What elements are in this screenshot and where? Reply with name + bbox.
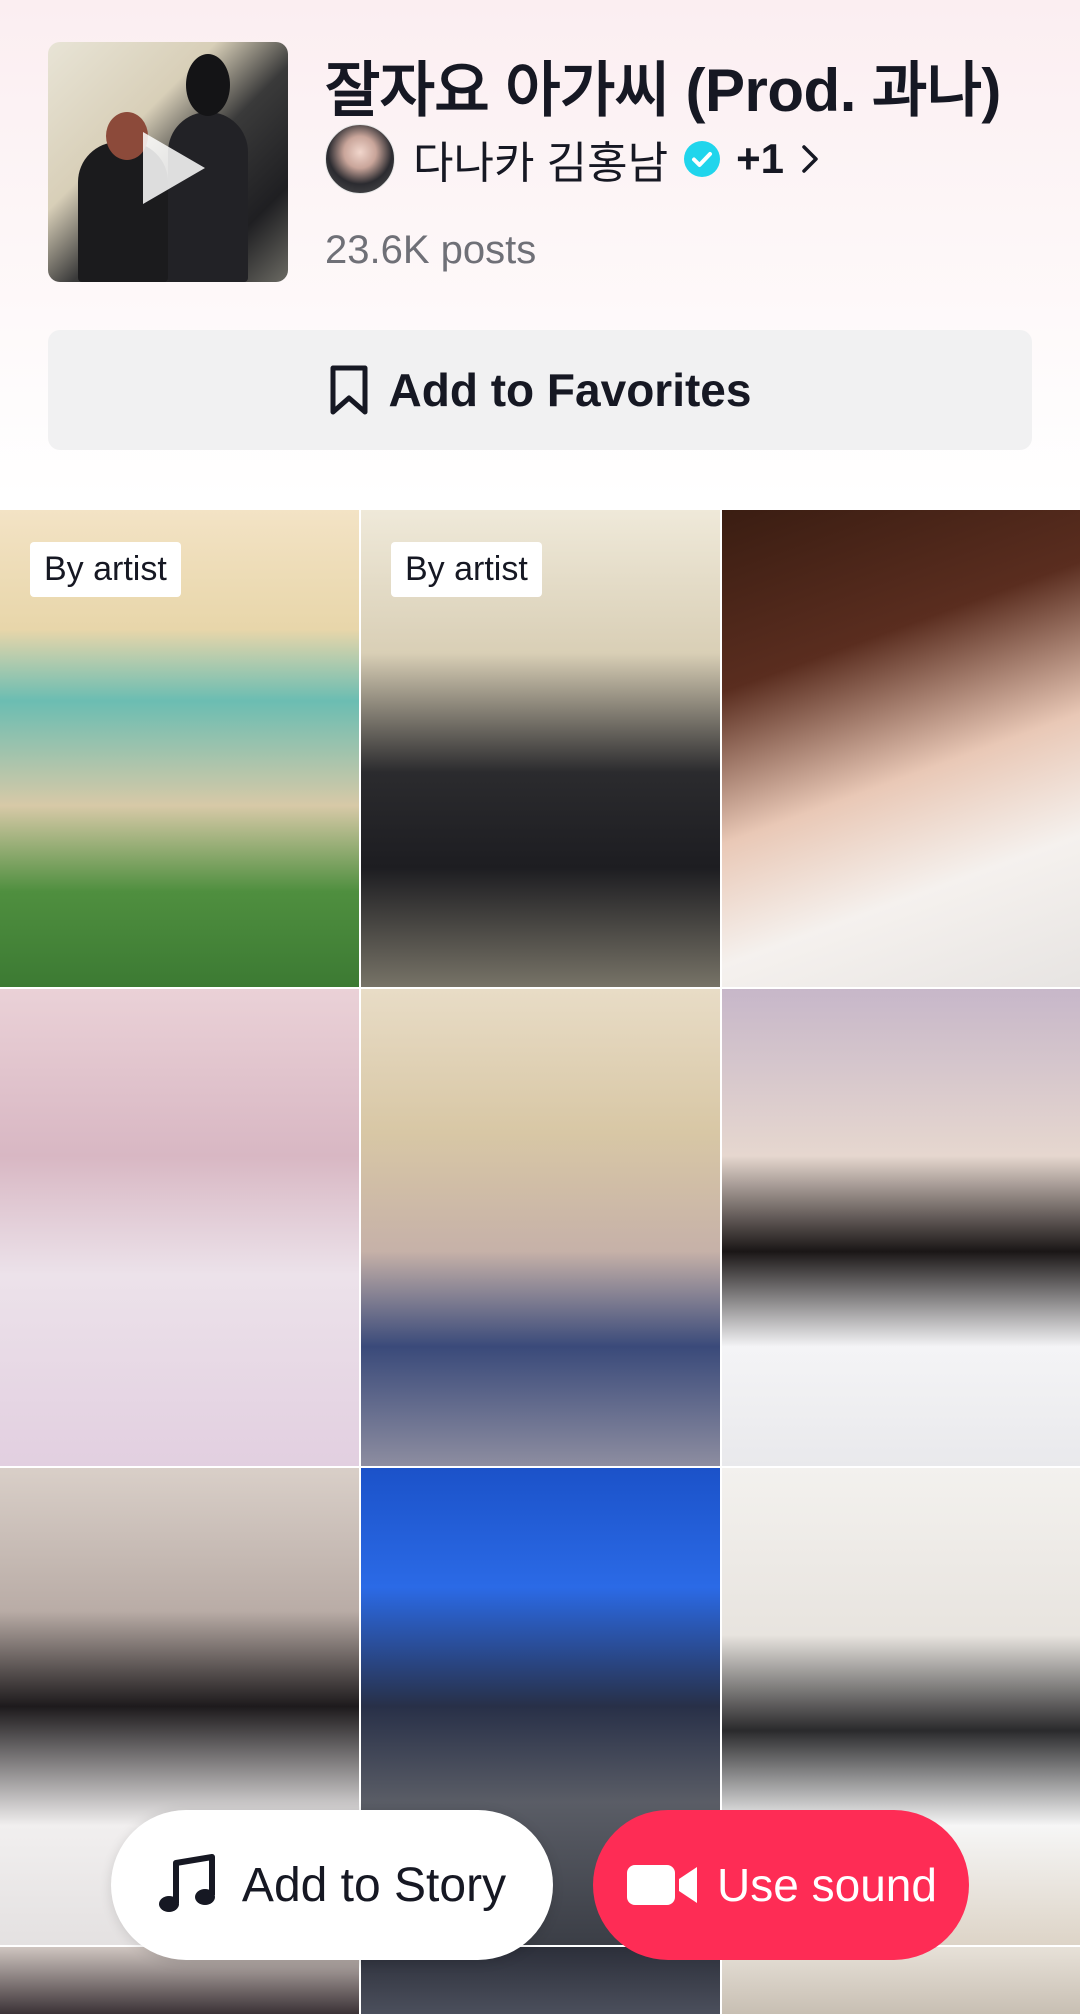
artist-row[interactable]: 다나카 김홍남 +1: [325, 124, 822, 194]
video-thumbnail[interactable]: By artist: [361, 510, 720, 987]
add-to-favorites-button[interactable]: Add to Favorites: [48, 330, 1032, 450]
artist-avatar[interactable]: [325, 124, 395, 194]
cover-figure: [186, 54, 230, 116]
sound-cover-thumbnail[interactable]: [48, 42, 288, 282]
video-thumbnail[interactable]: [0, 989, 359, 1466]
verified-check-icon: [684, 141, 721, 177]
video-thumbnail[interactable]: [722, 989, 1080, 1466]
use-sound-button[interactable]: Use sound: [593, 1810, 969, 1960]
video-grid: By artist By artist: [0, 510, 1080, 2014]
video-thumbnail[interactable]: [722, 510, 1080, 987]
bookmark-icon: [330, 365, 368, 415]
cover-figure: [106, 112, 148, 160]
artist-name[interactable]: 다나카 김홍남: [413, 127, 668, 191]
by-artist-badge: By artist: [391, 542, 542, 597]
music-note-icon: [158, 1854, 215, 1912]
chevron-right-icon[interactable]: [798, 143, 822, 175]
posts-count: 23.6K posts: [325, 228, 537, 272]
add-to-story-label: Add to Story: [241, 1858, 507, 1912]
by-artist-badge: By artist: [30, 542, 181, 597]
extra-artists-count[interactable]: +1: [736, 135, 784, 183]
video-thumbnail[interactable]: By artist: [0, 510, 359, 987]
video-thumbnail[interactable]: [361, 989, 720, 1466]
video-camera-icon: [627, 1865, 698, 1905]
sound-title: 잘자요 아가씨 (Prod. 과나): [325, 57, 1001, 124]
add-to-favorites-label: Add to Favorites: [388, 364, 752, 416]
play-icon[interactable]: [143, 132, 205, 204]
add-to-story-button[interactable]: Add to Story: [111, 1810, 553, 1960]
use-sound-label: Use sound: [717, 1859, 937, 1911]
